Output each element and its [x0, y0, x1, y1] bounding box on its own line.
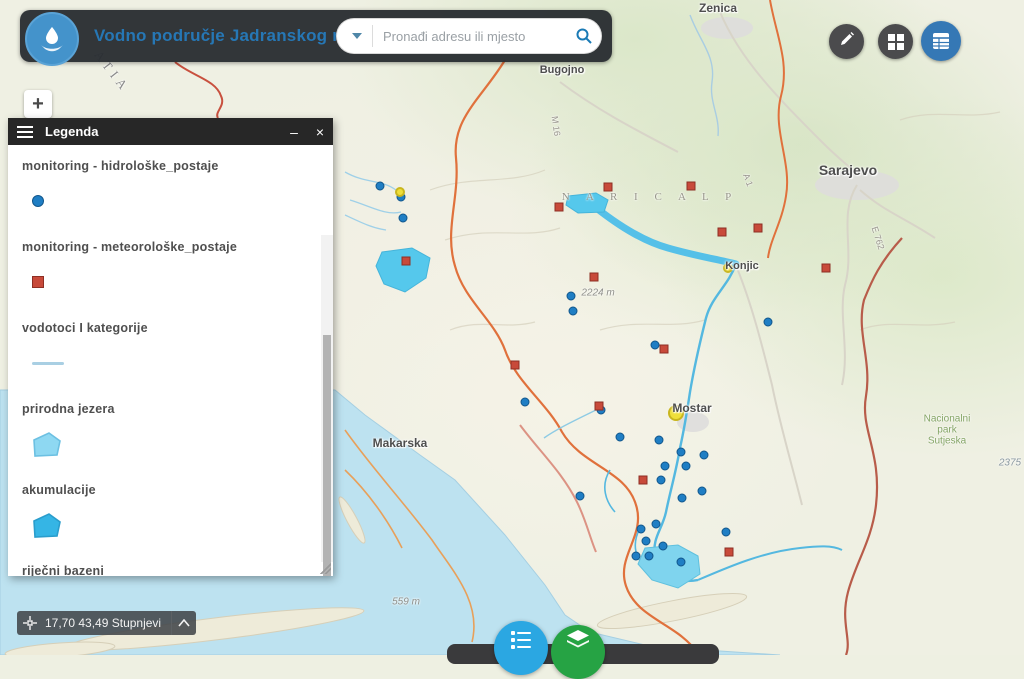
dock-legend-button[interactable]: [494, 621, 548, 675]
legend-item-label: monitoring - meteorološke_postaje: [22, 240, 333, 254]
app-header: Vodno područje Jadranskog mora: [20, 10, 612, 62]
zoom-in-button[interactable]: +: [24, 90, 52, 118]
legend-item-label: monitoring - hidrološke_postaje: [22, 159, 333, 173]
legend-resize-handle[interactable]: [320, 563, 331, 574]
roads: [560, 12, 935, 505]
legend-icon: [508, 627, 534, 653]
legend-item-label: prirodna jezera: [22, 402, 333, 416]
legend-list-icon: [17, 126, 33, 138]
app-logo-water-icon: [25, 12, 79, 66]
table-icon: [931, 31, 951, 51]
search-icon[interactable]: [566, 18, 602, 54]
urban-areas: [677, 17, 899, 432]
legend-swatch-polygon: [32, 431, 333, 457]
legend-panel: Legenda – × monitoring - hidrološke_post…: [8, 118, 333, 576]
dock-layers-button[interactable]: [551, 625, 605, 679]
pencil-icon: [838, 31, 855, 53]
crosshair-icon[interactable]: [23, 616, 37, 630]
search-box: [336, 18, 602, 54]
coordinate-readout: 17,70 43,49 Stupnjevi: [45, 616, 161, 630]
legend-item-label: vodotoci I kategorije: [22, 321, 333, 335]
legend-scrollbar-thumb[interactable]: [323, 335, 331, 576]
draw-tool-button[interactable]: [829, 24, 864, 59]
coordinate-widget: 17,70 43,49 Stupnjevi: [17, 611, 196, 635]
coordinate-expand-button[interactable]: [172, 611, 196, 635]
legend-swatch-polygon: [32, 512, 333, 538]
legend-swatch-dot: [32, 188, 333, 214]
legend-body: monitoring - hidrološke_postaje monitorin…: [8, 145, 333, 576]
search-input[interactable]: [373, 29, 566, 44]
legend-swatch-square: [32, 269, 333, 295]
search-source-dropdown-icon[interactable]: [352, 33, 362, 39]
grid-icon: [888, 34, 904, 50]
legend-swatch-line: [32, 350, 333, 376]
page-title: Vodno područje Jadranskog mora: [94, 10, 375, 62]
basemap-gallery-button[interactable]: [878, 24, 913, 59]
legend-scrollbar-track[interactable]: [321, 235, 333, 562]
legend-close-button[interactable]: ×: [307, 118, 333, 145]
legend-panel-header[interactable]: Legenda – ×: [8, 118, 333, 145]
legend-item-label: akumulacije: [22, 483, 333, 497]
legend-panel-title: Legenda: [45, 124, 281, 139]
layers-icon: [565, 629, 591, 651]
attribute-table-button[interactable]: [921, 21, 961, 61]
legend-item-label: riječni bazeni: [22, 564, 333, 576]
legend-minimize-button[interactable]: –: [281, 118, 307, 145]
coastal-road: [520, 425, 596, 552]
